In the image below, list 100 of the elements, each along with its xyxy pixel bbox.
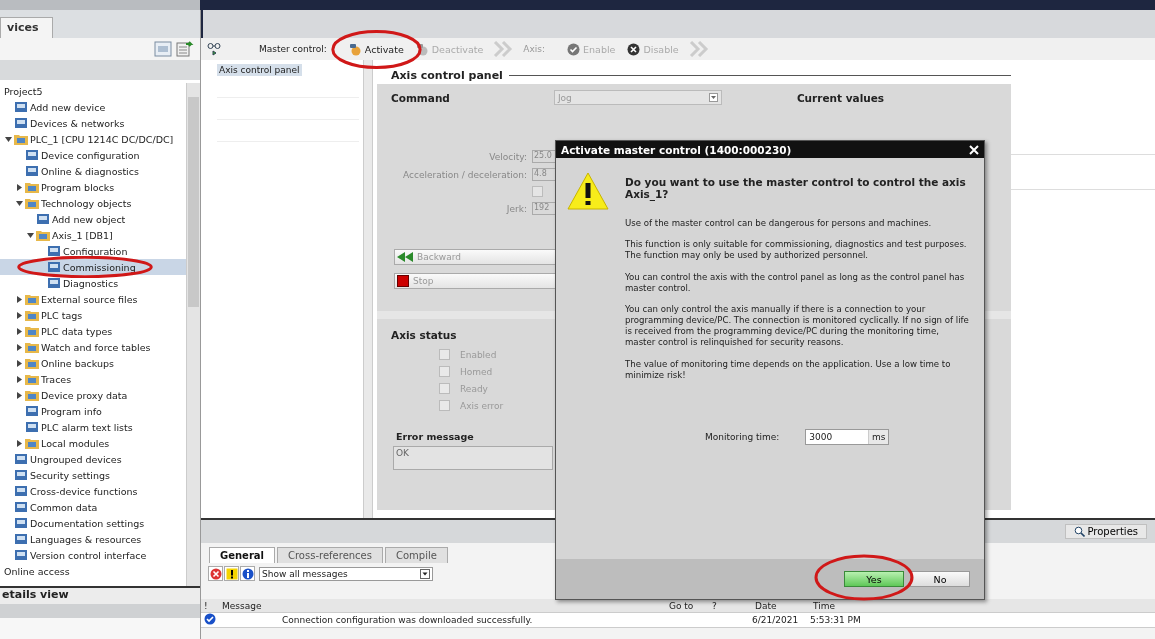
tree-item[interactable]: Program blocks bbox=[0, 179, 186, 195]
tab[interactable]: General bbox=[209, 547, 275, 563]
tree-item[interactable]: Device proxy data bbox=[0, 387, 186, 403]
collapsed-arrow-icon[interactable] bbox=[16, 343, 23, 351]
tree-item[interactable]: Axis_1 [DB1] bbox=[0, 227, 186, 243]
device-icon bbox=[14, 485, 28, 497]
tree-item[interactable]: Add new object bbox=[0, 211, 186, 227]
message-filter-dropdown[interactable]: Show all messages bbox=[259, 566, 433, 581]
device-icon bbox=[25, 405, 39, 417]
tree-item[interactable]: Technology objects bbox=[0, 195, 186, 211]
info-filter-button[interactable] bbox=[240, 566, 255, 581]
tree-item[interactable]: Documentation settings bbox=[0, 515, 186, 531]
tree-item[interactable]: PLC alarm text lists bbox=[0, 419, 186, 435]
device-icon bbox=[47, 261, 61, 273]
collapsed-arrow-icon[interactable] bbox=[16, 375, 23, 383]
chevron-separator-icon bbox=[688, 41, 711, 57]
error-filter-button[interactable] bbox=[208, 566, 223, 581]
command-label: Command bbox=[391, 91, 450, 104]
tree-item[interactable]: PLC_1 [CPU 1214C DC/DC/DC] bbox=[0, 131, 186, 147]
tree-item[interactable]: Local modules bbox=[0, 435, 186, 451]
expanded-arrow-icon[interactable] bbox=[5, 135, 12, 143]
column-header[interactable]: ! bbox=[201, 600, 219, 611]
warning-filter-button[interactable] bbox=[224, 566, 239, 581]
monitoring-time-field[interactable]: 3000 ms bbox=[805, 428, 890, 445]
no-button[interactable]: No bbox=[910, 571, 970, 587]
tree-item[interactable]: Program info bbox=[0, 403, 186, 419]
collapsed-arrow-icon[interactable] bbox=[16, 359, 23, 367]
tree-item[interactable]: Cross-device functions bbox=[0, 483, 186, 499]
axis-label: Axis: bbox=[523, 44, 546, 54]
tree-item-label: Online backups bbox=[41, 357, 114, 369]
error-message-title: Error message bbox=[396, 431, 474, 442]
tree-item[interactable]: Diagnostics bbox=[0, 275, 186, 291]
tree-item-label: Add new device bbox=[30, 101, 106, 113]
expanded-arrow-icon[interactable] bbox=[16, 199, 23, 207]
folder-icon bbox=[25, 437, 39, 449]
scrollbar[interactable] bbox=[186, 83, 200, 586]
tree-item-label: Technology objects bbox=[41, 197, 132, 209]
table-cell-text: 6/21/2021 bbox=[751, 615, 800, 625]
tree-item[interactable]: Version control interface bbox=[0, 547, 186, 563]
nav-item[interactable]: Axis control panel bbox=[217, 64, 302, 76]
parameter-label: Jerk: bbox=[505, 203, 527, 214]
device-icon bbox=[25, 165, 39, 177]
yes-button[interactable]: Yes bbox=[844, 571, 904, 587]
collapsed-arrow-icon[interactable] bbox=[16, 327, 23, 335]
device-icon bbox=[14, 117, 28, 129]
tree-item-label: Commissioning bbox=[63, 261, 136, 273]
tree-item-label: Axis_1 [DB1] bbox=[52, 229, 113, 241]
table-export-icon[interactable] bbox=[176, 41, 194, 57]
column-header[interactable]: Go to bbox=[666, 600, 709, 611]
collapsed-arrow-icon[interactable] bbox=[16, 391, 23, 399]
tree-item[interactable]: PLC tags bbox=[0, 307, 186, 323]
tab[interactable]: Compile bbox=[385, 547, 448, 563]
column-header[interactable]: Date bbox=[752, 600, 810, 611]
tree-item[interactable]: Project5 bbox=[0, 83, 186, 99]
details-view-title: etails view bbox=[0, 586, 200, 604]
table-cell-text: 5:53:31 PM bbox=[809, 615, 862, 625]
column-header[interactable]: ? bbox=[709, 600, 752, 611]
info-icon bbox=[241, 567, 254, 580]
folder-icon bbox=[25, 373, 39, 385]
tree-item[interactable]: External source files bbox=[0, 291, 186, 307]
tree-item[interactable]: Languages & resources bbox=[0, 531, 186, 547]
tree-item[interactable]: Online access bbox=[0, 563, 186, 579]
column-header[interactable]: Message bbox=[219, 600, 666, 611]
tree-item[interactable]: Watch and force tables bbox=[0, 339, 186, 355]
tree-item[interactable]: Ungrouped devices bbox=[0, 451, 186, 467]
tree-item[interactable]: Online & diagnostics bbox=[0, 163, 186, 179]
collapsed-arrow-icon[interactable] bbox=[16, 295, 23, 303]
portal-tab[interactable]: vices bbox=[0, 17, 54, 38]
tree-item[interactable]: Online backups bbox=[0, 355, 186, 371]
tree-item-label: Add new object bbox=[52, 213, 126, 225]
collapsed-arrow-icon[interactable] bbox=[16, 311, 23, 319]
tree-item[interactable]: Add new device bbox=[0, 99, 186, 115]
tree-item[interactable]: Configuration bbox=[0, 243, 186, 259]
tree-item-label: Program info bbox=[41, 405, 102, 417]
device-icon bbox=[14, 533, 28, 545]
tree-item-label: PLC_1 [CPU 1214C DC/DC/DC] bbox=[30, 133, 174, 145]
glasses-icon[interactable] bbox=[207, 42, 221, 56]
collapsed-arrow-icon[interactable] bbox=[16, 439, 23, 447]
tree-item-label: Project5 bbox=[4, 85, 43, 97]
table-cell-text: Connection configuration was downloaded successfully. bbox=[281, 615, 534, 625]
warning-icon bbox=[567, 172, 609, 210]
column-header[interactable]: Time bbox=[810, 600, 893, 611]
tree-item-label: Security settings bbox=[30, 469, 110, 481]
hand-icon bbox=[348, 42, 362, 56]
folder-icon bbox=[25, 357, 39, 369]
tree-item[interactable]: Common data bbox=[0, 499, 186, 515]
tree-item[interactable]: Security settings bbox=[0, 467, 186, 483]
tree-item[interactable]: PLC data types bbox=[0, 323, 186, 339]
tree-item[interactable]: Devices & networks bbox=[0, 115, 186, 131]
tree-item[interactable]: Device configuration bbox=[0, 147, 186, 163]
dialog-title: Activate master control (1400:000230) bbox=[561, 143, 792, 156]
collapsed-arrow-icon[interactable] bbox=[16, 183, 23, 191]
tab[interactable]: Cross-references bbox=[277, 547, 383, 563]
tree-item-label: Version control interface bbox=[30, 549, 147, 561]
device-icon bbox=[14, 501, 28, 513]
properties-button[interactable]: Properties bbox=[1065, 524, 1147, 539]
section-title: Axis control panel bbox=[391, 68, 503, 82]
tree-item[interactable]: Traces bbox=[0, 371, 186, 387]
expanded-arrow-icon[interactable] bbox=[27, 231, 34, 239]
device-icon bbox=[25, 149, 39, 161]
